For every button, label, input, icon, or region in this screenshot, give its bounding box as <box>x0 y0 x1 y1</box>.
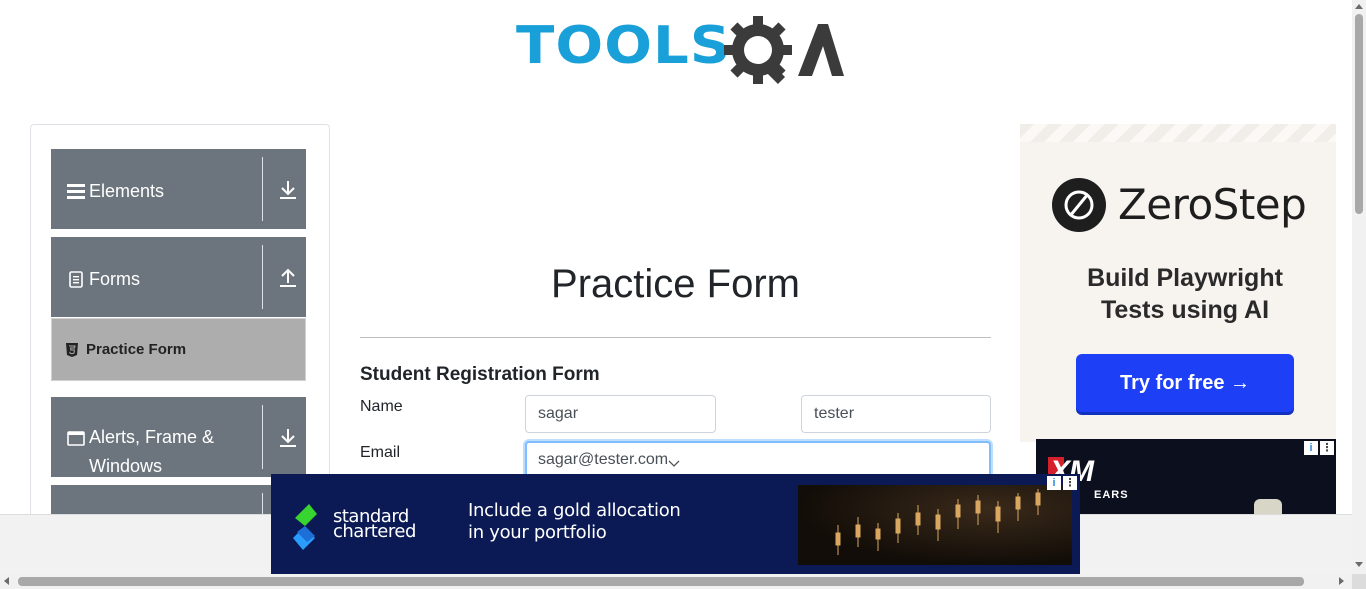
adchoices-icon[interactable]: i <box>1304 441 1318 455</box>
sidebar-group-elements[interactable]: Elements <box>51 149 306 229</box>
chevron-down-icon <box>668 460 680 467</box>
divider <box>262 245 263 309</box>
last-name-input[interactable]: tester <box>801 395 991 433</box>
banner-copy: Include a gold allocation in your portfo… <box>468 500 681 544</box>
banner-brand: standard chartered <box>333 508 416 542</box>
ad-brand: ZeroStep <box>1118 180 1307 229</box>
html5-icon <box>66 343 78 357</box>
toolsqa-logo[interactable]: TOOLS <box>516 16 844 90</box>
hamburger-icon <box>67 184 85 199</box>
try-for-free-button[interactable]: Try for free → <box>1076 354 1294 412</box>
zerostep-logo-icon <box>1052 178 1106 232</box>
standard-chartered-banner-ad[interactable]: standard chartered Include a gold alloca… <box>271 474 1080 574</box>
scrollbar-corner <box>1352 574 1366 589</box>
zerostep-ad[interactable]: ZeroStep Build Playwright Tests using AI… <box>1020 124 1336 442</box>
divider <box>262 405 263 469</box>
divider <box>262 157 263 221</box>
ad-tagline: Build Playwright Tests using AI <box>1087 264 1283 324</box>
ad-pattern <box>1020 124 1336 142</box>
sidebar-group-forms[interactable]: Forms <box>51 237 306 317</box>
xm-years-text: EARS <box>1094 489 1129 501</box>
document-icon <box>69 271 83 288</box>
logo-tools-text: TOOLS <box>516 16 732 76</box>
adchoices-icon[interactable]: i <box>1047 476 1061 490</box>
standard-chartered-logo-icon <box>293 504 317 550</box>
scroll-left-icon[interactable] <box>4 577 9 585</box>
xm-ad[interactable]: XM EARS i ⋮ <box>1036 439 1336 515</box>
title-divider <box>360 337 991 338</box>
scroll-up-icon[interactable] <box>1355 4 1363 9</box>
sidebar-group-label: Forms <box>89 269 140 289</box>
sidebar-group-label: Elements <box>89 181 165 201</box>
ad-image <box>1254 499 1282 515</box>
form-heading: Student Registration Form <box>360 364 600 385</box>
horizontal-scrollbar[interactable] <box>0 574 1352 589</box>
ad-menu-icon[interactable]: ⋮ <box>1320 441 1334 455</box>
ad-menu-icon[interactable]: ⋮ <box>1063 476 1077 490</box>
download-arrow-icon[interactable] <box>279 179 297 201</box>
sidebar-item-label: Practice Form <box>86 341 187 358</box>
sidebar-group-label: Alerts, Frame & Windows <box>89 427 215 476</box>
vertical-scrollbar[interactable] <box>1352 0 1366 574</box>
upload-arrow-icon[interactable] <box>279 267 297 289</box>
scrollbar-thumb[interactable] <box>1355 14 1363 214</box>
scrollbar-thumb[interactable] <box>18 577 1304 586</box>
logo-qa-mark <box>724 16 844 85</box>
sidebar-group-alerts-frame-windows[interactable]: Alerts, Frame & Windows <box>51 397 306 477</box>
banner-brand-line2: chartered <box>333 521 416 542</box>
sidebar-item-practice-form[interactable]: Practice Form <box>51 318 306 381</box>
email-label: Email <box>360 444 401 461</box>
scroll-right-icon[interactable] <box>1339 577 1344 585</box>
page-title: Practice Form <box>551 262 800 306</box>
name-label: Name <box>360 398 403 415</box>
banner-copy-line2: in your portfolio <box>468 522 607 543</box>
first-name-input[interactable]: sagar <box>525 395 716 433</box>
banner-copy-line1: Include a gold allocation <box>468 500 681 521</box>
banner-candlestick-image <box>798 485 1072 565</box>
download-arrow-icon[interactable] <box>279 427 297 449</box>
scroll-down-icon[interactable] <box>1355 562 1363 567</box>
window-icon <box>67 431 85 446</box>
